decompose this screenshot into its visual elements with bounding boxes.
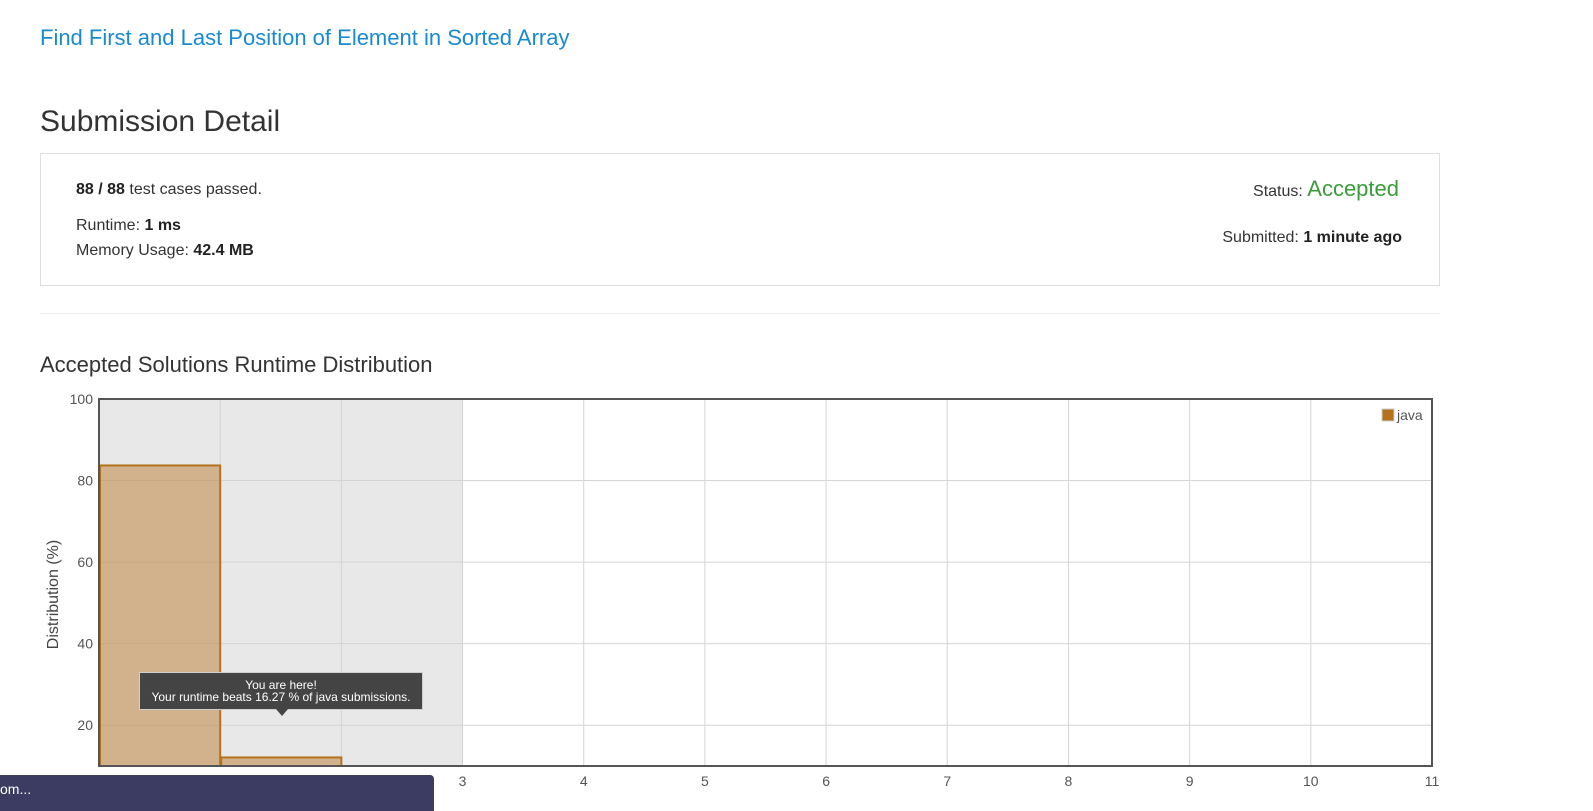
cases-suffix: test cases passed. <box>124 181 262 198</box>
x-tick-label: 8 <box>1065 773 1073 789</box>
page: Find First and Last Position of Element … <box>0 0 1593 811</box>
total-count: 88 <box>107 181 125 198</box>
divider <box>40 313 1440 314</box>
histogram-bar <box>220 756 343 768</box>
x-tick-label: 4 <box>580 773 588 789</box>
legend-label: java <box>1396 407 1423 423</box>
memory-label: Memory Usage: <box>76 242 194 259</box>
y-axis-label: Distribution (%) <box>45 540 62 649</box>
y-tick-label: 20 <box>77 717 93 733</box>
x-tick-label: 11 <box>1425 773 1440 789</box>
y-tick-label: 60 <box>77 554 93 570</box>
status-bar: om... <box>0 775 434 811</box>
y-tick-label: 80 <box>77 473 93 489</box>
submitted-row: Submitted: 1 minute ago <box>1222 229 1402 247</box>
tooltip-line-2: Your runtime beats 16.27 % of java submi… <box>151 690 411 704</box>
you-are-here-tooltip: You are here! Your runtime beats 16.27 %… <box>139 672 423 716</box>
problem-title-link[interactable]: Find First and Last Position of Element … <box>40 25 569 51</box>
y-tick-label: 100 <box>70 391 94 407</box>
x-tick-label: 7 <box>943 773 951 789</box>
submitted-label: Submitted: <box>1222 229 1304 246</box>
runtime-row: Runtime: 1 ms <box>76 217 181 235</box>
runtime-distribution-chart: 20 40 60 80 100 3 4 5 6 7 8 9 10 11 Distribution (%) ja… <box>0 390 1593 811</box>
cases-separator: / <box>93 181 108 198</box>
y-tick-label: 40 <box>77 636 93 652</box>
runtime-value: 1 ms <box>144 217 181 234</box>
status-label: Status: <box>1253 183 1308 200</box>
status-badge: Accepted <box>1307 176 1399 201</box>
status-bar-text: om... <box>0 781 32 797</box>
legend-swatch <box>1381 408 1395 422</box>
passed-count: 88 <box>76 181 94 198</box>
x-tick-label: 3 <box>459 773 467 789</box>
memory-row: Memory Usage: 42.4 MB <box>76 242 254 260</box>
submission-detail-panel: 88 / 88 test cases passed. Runtime: 1 ms… <box>40 153 1440 286</box>
chart-svg: 20 40 60 80 100 3 4 5 6 7 8 9 10 11 Distribution (%) ja… <box>45 391 1440 789</box>
x-tick-label: 10 <box>1303 773 1319 789</box>
test-cases-summary: 88 / 88 test cases passed. <box>76 181 262 199</box>
x-tick-label: 9 <box>1186 773 1194 789</box>
runtime-label: Runtime: <box>76 217 145 234</box>
x-tick-label: 6 <box>822 773 830 789</box>
x-tick-label: 5 <box>701 773 709 789</box>
histogram-bar <box>99 464 222 768</box>
distribution-title: Accepted Solutions Runtime Distribution <box>40 352 433 377</box>
submitted-value: 1 minute ago <box>1303 229 1402 246</box>
status-row: Status: Accepted <box>1253 176 1399 202</box>
tooltip-arrow-icon <box>276 709 288 716</box>
memory-value: 42.4 MB <box>193 242 254 259</box>
page-title: Submission Detail <box>40 105 281 138</box>
